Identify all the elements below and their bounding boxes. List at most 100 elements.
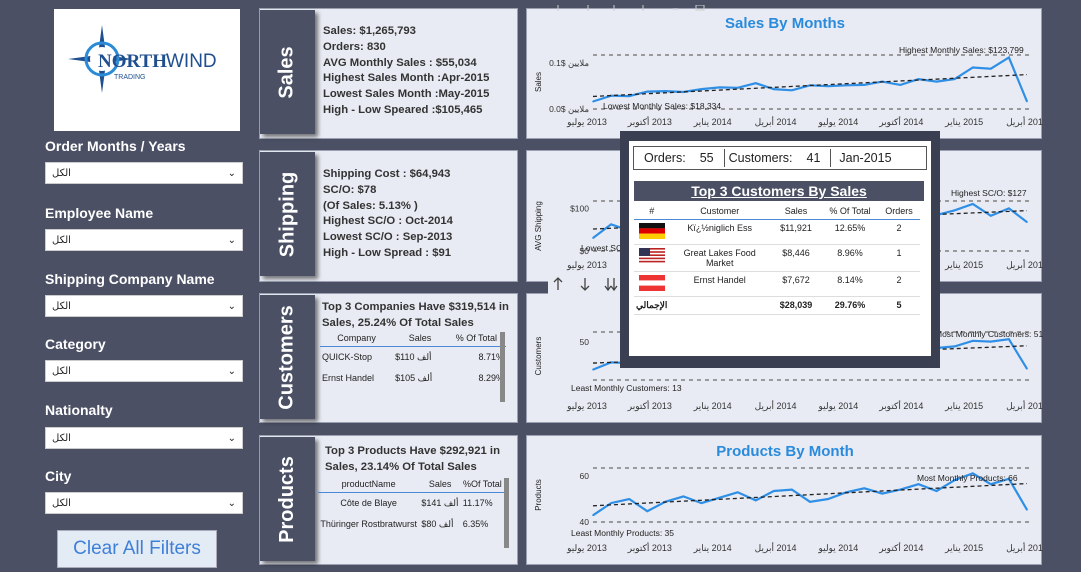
- customers-tab[interactable]: Customers: [260, 295, 315, 419]
- col-header[interactable]: productName: [318, 476, 420, 493]
- drill-up-icon: [553, 277, 563, 290]
- top-customers-table[interactable]: # Customer Sales % Of Total Orders Kï¿½n…: [634, 203, 920, 315]
- data-point: [736, 491, 739, 494]
- data-point: [628, 95, 630, 97]
- orders-label: Orders:: [644, 151, 686, 165]
- kpi-sales: Sales: $1,265,793: [323, 25, 416, 37]
- cell: Ernst Handel: [669, 271, 770, 297]
- cell: 11.17%: [462, 498, 493, 508]
- col-header[interactable]: Customer: [669, 203, 770, 220]
- products-tab[interactable]: Products: [260, 437, 315, 561]
- col-header[interactable]: Sales: [393, 330, 447, 347]
- max-annotation: Most Monthly Customers: 51: [935, 329, 1043, 339]
- col-header[interactable]: Company: [320, 330, 394, 347]
- drill-toolbar: [548, 274, 628, 294]
- cell: $110 ألف: [395, 352, 432, 362]
- x-tick-label: 2013 أكتوبر: [627, 541, 672, 554]
- products-mini-table[interactable]: productName Sales %Of Total Côte de Blaye $…: [318, 476, 504, 562]
- filter-label-nationality: Nationalty: [45, 402, 113, 418]
- sales-tab-label: Sales: [275, 45, 298, 99]
- data-point: [990, 215, 992, 217]
- employee-select[interactable]: الكل ⌄: [45, 229, 243, 251]
- y-tick-label: 60: [580, 471, 590, 481]
- y-tick-label: $100: [570, 204, 589, 214]
- col-header[interactable]: % Of Total: [822, 203, 878, 220]
- trend-line: [592, 73, 1028, 98]
- sales-by-months-chart[interactable]: Sales By Months Sales 0.0$ ملايين 0.1$ ملاي…: [527, 9, 1048, 140]
- table-header-row: productName Sales %Of Total: [318, 476, 504, 493]
- city-select[interactable]: الكل ⌄: [45, 492, 243, 514]
- usa-flag-icon: [634, 244, 670, 272]
- select-value: الكل: [52, 234, 71, 246]
- customers-label: Customers:: [728, 151, 793, 165]
- data-point: [953, 78, 956, 80]
- cell: 2: [878, 219, 920, 245]
- northwind-logo: NORTH WIND TRADING: [54, 9, 240, 131]
- x-tick-label: 2014 أبريل: [755, 399, 797, 412]
- data-point: [610, 223, 612, 226]
- customers-mini-table[interactable]: Company Sales% Of Total QUICK-Stop $110 أل…: [320, 330, 506, 416]
- kpi-highest-sales-month: Highest Sales Month :Apr-2015: [323, 72, 490, 85]
- table-row[interactable]: Ernst Handel $105 ألف 8.29%: [320, 368, 506, 389]
- col-header[interactable]: Orders: [878, 203, 920, 220]
- chevron-down-icon: ⌄: [227, 167, 236, 179]
- table-row[interactable]: Ernst Handel $7,672 8.14% 2: [634, 271, 920, 297]
- data-point: [917, 483, 920, 485]
- cell: $141 ألف: [421, 498, 459, 508]
- shipping-company-select[interactable]: الكل ⌄: [45, 295, 243, 317]
- cell: 8.71%: [478, 352, 504, 362]
- data-point: [773, 490, 775, 492]
- cell: $7,672: [770, 271, 822, 297]
- cell: Ernst Handel: [322, 373, 375, 383]
- data-point: [718, 496, 721, 499]
- x-tick-label: 2014 أبريل: [755, 115, 797, 128]
- x-tick-label: 2015 يناير: [944, 117, 983, 128]
- scrollbar[interactable]: [500, 332, 505, 402]
- col-header[interactable]: % Of Total: [446, 330, 506, 347]
- table-row[interactable]: QUICK-Stop $110 ألف 8.71%: [320, 347, 506, 369]
- data-point: [1026, 221, 1028, 223]
- scrollbar[interactable]: [504, 478, 509, 548]
- category-select[interactable]: الكل ⌄: [45, 360, 243, 382]
- data-point: [791, 488, 793, 491]
- table-row[interactable]: Thüringer Rostbratwurst $80 ألف 6.35%: [318, 514, 504, 535]
- data-point: [1026, 509, 1028, 511]
- visual-header-icons[interactable]: [548, 0, 718, 11]
- data-point: [682, 495, 685, 498]
- select-value: الكل: [52, 432, 71, 444]
- products-by-month-chart[interactable]: Products By Month Products 40 60 Most Monthl…: [527, 436, 1048, 566]
- x-tick-label: 2014 يوليو: [818, 543, 859, 554]
- cell: Côte de Blaye: [340, 498, 397, 508]
- y-tick-label: 0.1$ ملايين: [549, 58, 589, 69]
- chart-title: Sales By Months: [725, 15, 845, 32]
- table-total-row: الإجمالي $28,039 29.76% 5: [634, 296, 920, 315]
- data-point: [1026, 100, 1028, 103]
- col-header[interactable]: %Of Total: [460, 476, 504, 493]
- chevron-down-icon: ⌄: [227, 300, 236, 312]
- x-tick-label: 2014 يناير: [693, 543, 732, 554]
- x-tick-label: 2014 أبريل: [755, 541, 797, 554]
- kpi-lowest-sco: Lowest SC/O : Sep-2013: [323, 231, 453, 244]
- col-header[interactable]: #: [634, 203, 670, 220]
- total-sales: $28,039: [770, 296, 822, 315]
- data-point: [971, 203, 974, 205]
- col-header[interactable]: Sales: [770, 203, 822, 220]
- chevron-down-icon: ⌄: [227, 497, 236, 509]
- table-row[interactable]: Côte de Blaye $141 ألف 11.17%: [318, 493, 504, 515]
- nationality-select[interactable]: الكل ⌄: [45, 427, 243, 449]
- sales-tab[interactable]: Sales: [260, 10, 315, 134]
- table-header-row: Company Sales% Of Total: [320, 330, 506, 347]
- col-header[interactable]: Sales: [419, 476, 461, 493]
- data-point: [592, 237, 594, 239]
- x-tick-label: 2015 أبريل: [1006, 399, 1043, 412]
- table-row[interactable]: Great Lakes Food Market $8,446 8.96% 1: [634, 244, 920, 272]
- y-axis-label: Sales: [534, 72, 543, 92]
- cell: $8,446: [770, 244, 822, 272]
- table-row[interactable]: Kï¿½niglich Ess $11,921 12.65% 2: [634, 219, 920, 245]
- max-annotation: Highest SC/O: $127: [951, 188, 1027, 198]
- shipping-tab[interactable]: Shipping: [260, 152, 315, 276]
- x-tick-label: 2015 يناير: [944, 260, 983, 271]
- data-point: [953, 345, 956, 348]
- clear-all-filters-button[interactable]: Clear All Filters: [57, 530, 217, 568]
- order-months-select[interactable]: الكل ⌄: [45, 162, 243, 184]
